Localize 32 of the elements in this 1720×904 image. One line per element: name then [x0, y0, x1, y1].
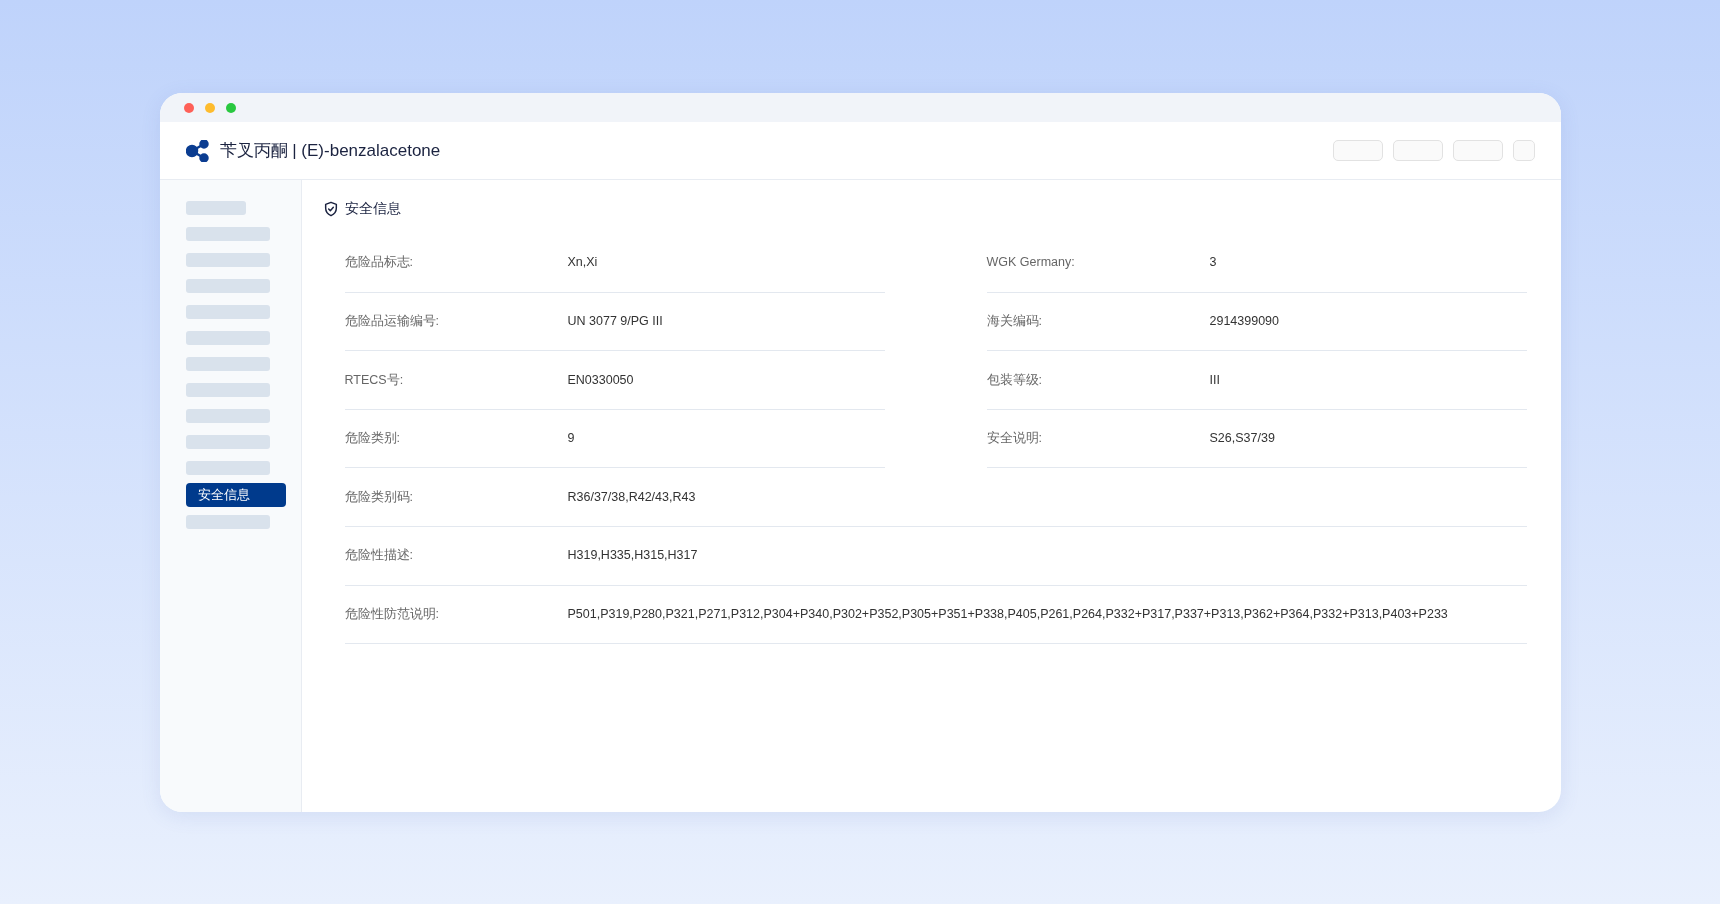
section-title: 安全信息	[344, 199, 401, 218]
molecule-logo-icon	[185, 139, 210, 162]
field-label: 危险类别码:	[344, 488, 414, 506]
window-title: 苄叉丙酮 | (E)-benzalacetone	[219, 139, 441, 162]
field-label: 危险性防范说明:	[344, 606, 440, 623]
field-label: 包装等级:	[986, 371, 1043, 389]
toolbar-button[interactable]	[1332, 140, 1383, 161]
field-label: 海关编码:	[986, 313, 1043, 330]
field-value: III	[1209, 371, 1220, 389]
field-value: R36/37/38,R42/43,R43	[567, 488, 696, 506]
field-value: 9	[567, 430, 575, 448]
toolbar-button[interactable]	[1512, 140, 1535, 161]
field-label: RTECS号:	[344, 371, 405, 389]
field-value: P501,P319,P280,P321,P271,P312,P304+P340,P302+P352,P305+P351+P338,P405,P261,P264,P332+P317,P337+P313,P362+P364,P332+P313,P403+P233	[567, 606, 1448, 623]
field-label: 危险品标志:	[344, 254, 414, 272]
shield-check-icon	[322, 201, 339, 217]
skeleton-bar	[185, 201, 246, 215]
field-value: UN 3077 9/PG III	[567, 313, 663, 330]
field-label: WGK Germany:	[986, 254, 1076, 272]
field-label: 危险品运输编号:	[344, 313, 440, 330]
field-value: S26,S37/39	[1209, 430, 1275, 448]
field-value: 3	[1209, 254, 1217, 272]
field-label: 安全说明:	[986, 430, 1043, 448]
field-value: EN0330050	[567, 371, 634, 389]
toolbar-button[interactable]	[1392, 140, 1443, 161]
field-value: 2914399090	[1209, 313, 1280, 330]
toolbar-button[interactable]	[1452, 140, 1503, 161]
field-value: Xn,Xi	[567, 254, 598, 272]
field-value: H319,H335,H315,H317	[567, 547, 698, 565]
field-label: 危险类别:	[344, 430, 401, 448]
sidebar-item[interactable]: 安全信息	[185, 483, 286, 507]
field-label: 危险性描述:	[344, 547, 414, 565]
